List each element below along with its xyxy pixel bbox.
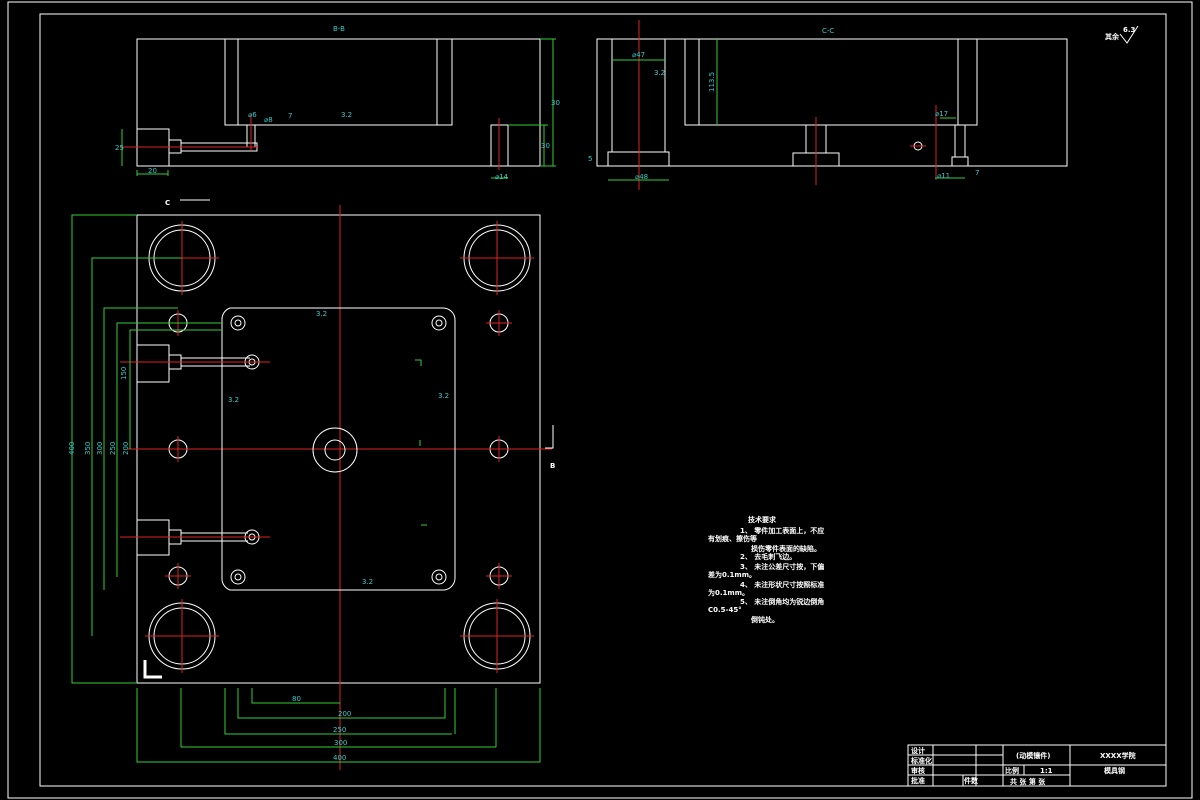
tech-req-line: 3、 未注公差尺寸按，下偏 [740, 562, 824, 571]
roughness: 3.2 [316, 310, 327, 318]
material: 模具钢 [1104, 766, 1125, 775]
dim: ⌀14 [495, 173, 509, 181]
roughness-note-label: 其余 [1105, 32, 1120, 41]
dim: 80 [292, 695, 301, 703]
dim: 20 [148, 167, 157, 175]
sheet-info: 共 张 第 张 [1010, 777, 1046, 786]
roughness: 3.2 [438, 392, 449, 400]
title-row-label: 审核 [911, 766, 925, 775]
tech-req-line: 损伤零件表面的缺陷。 [751, 544, 821, 553]
tech-req-line: 为0.1mm。 [708, 588, 749, 597]
part-name: (动模镶件) [1016, 751, 1050, 760]
roughness: 3.2 [362, 578, 373, 586]
dim: 7 [975, 169, 979, 177]
sheet-border [7, 1, 1193, 799]
section-bb-label: B-B [333, 25, 345, 33]
title-row-label: 标准化 [910, 756, 932, 765]
qty-label: 件数 [964, 776, 979, 785]
dim: 250 [333, 726, 346, 734]
dim: 25 [115, 144, 124, 152]
tech-req-line: 4、 未注形状尺寸按照标准 [740, 580, 824, 589]
dim: 200 [122, 442, 130, 455]
tech-req-line: 差为0.1mm。 [708, 570, 756, 579]
title-block: 设计 标准化 审核 批准 件数 (动模镶件) XXXX学院 比例 1:1 模具钢… [907, 744, 1167, 787]
section-bb: B-B ⌀6 ⌀8 7 3.2 20 30 ⌀14 30 25 [115, 25, 560, 181]
view-c-label: C [165, 199, 170, 207]
water-connector [136, 344, 170, 383]
dim: 5 [588, 155, 592, 163]
section-cc-label: C-C [822, 27, 834, 35]
dim: 400 [333, 754, 346, 762]
dim: ⌀11 [937, 172, 950, 180]
dim: ⌀6 [248, 111, 257, 119]
tech-req-line: 2、 去毛刺飞边。 [740, 552, 796, 561]
ratio-value: 1:1 [1040, 767, 1053, 775]
dim: 200 [338, 710, 351, 718]
dim: ⌀17 [935, 110, 948, 118]
dim: 400 [68, 442, 76, 455]
tech-req-line: 有划痕、擦伤等 [708, 534, 757, 543]
school-name: XXXX学院 [1100, 751, 1136, 760]
tech-req-title: 技术要求 [748, 515, 777, 524]
drawing-frame [39, 13, 1167, 787]
ratio-label: 比例 [1005, 766, 1019, 775]
roughness: 3.2 [228, 396, 239, 404]
plan-view: C B 3.2 3.2 3.2 3.2 [120, 199, 555, 770]
dim: 250 [109, 442, 117, 455]
title-row-label: 设计 [911, 746, 925, 755]
dim: 300 [334, 739, 347, 747]
roughness-note: 其余 6.3 [1105, 25, 1139, 44]
view-b-label: B [550, 462, 555, 470]
dim: ⌀8 [264, 116, 273, 124]
tech-req-line: 1、 零件加工表面上，不应 [740, 526, 824, 535]
tech-req-line: 5、 未注倒角均为锐边倒角 [740, 597, 824, 606]
cad-drawing: B-B ⌀6 ⌀8 7 3.2 20 30 ⌀14 30 25 C-C ⌀47 … [7, 1, 1193, 799]
dim: 150 [120, 367, 128, 380]
datum-mark-icon [143, 660, 162, 679]
dim: ⌀48 [635, 173, 648, 181]
dim: ⌀47 [632, 51, 645, 59]
dim: 30 [551, 99, 560, 107]
dim: 30 [541, 142, 550, 150]
tech-req-line: 倒钝处。 [750, 615, 779, 624]
dim: 113.5 [708, 72, 716, 92]
roughness: 3.2 [654, 69, 665, 77]
roughness: 3.2 [341, 111, 352, 119]
title-row-label: 批准 [911, 776, 925, 785]
dim: 350 [84, 442, 92, 455]
tech-req-line: C0.5-45° [708, 606, 742, 614]
sprue-hole [312, 427, 358, 473]
dim: 7 [288, 112, 292, 120]
bottom-dimensions: 80 200 250 300 400 [136, 688, 541, 763]
technical-requirements: 技术要求 1、 零件加工表面上，不应 有划痕、擦伤等 损伤零件表面的缺陷。 2、… [708, 515, 824, 624]
dim: 300 [96, 442, 104, 455]
section-cc: C-C ⌀47 3.2 ⌀17 ⌀11 ⌀48 5 7 113.5 [588, 20, 1068, 190]
